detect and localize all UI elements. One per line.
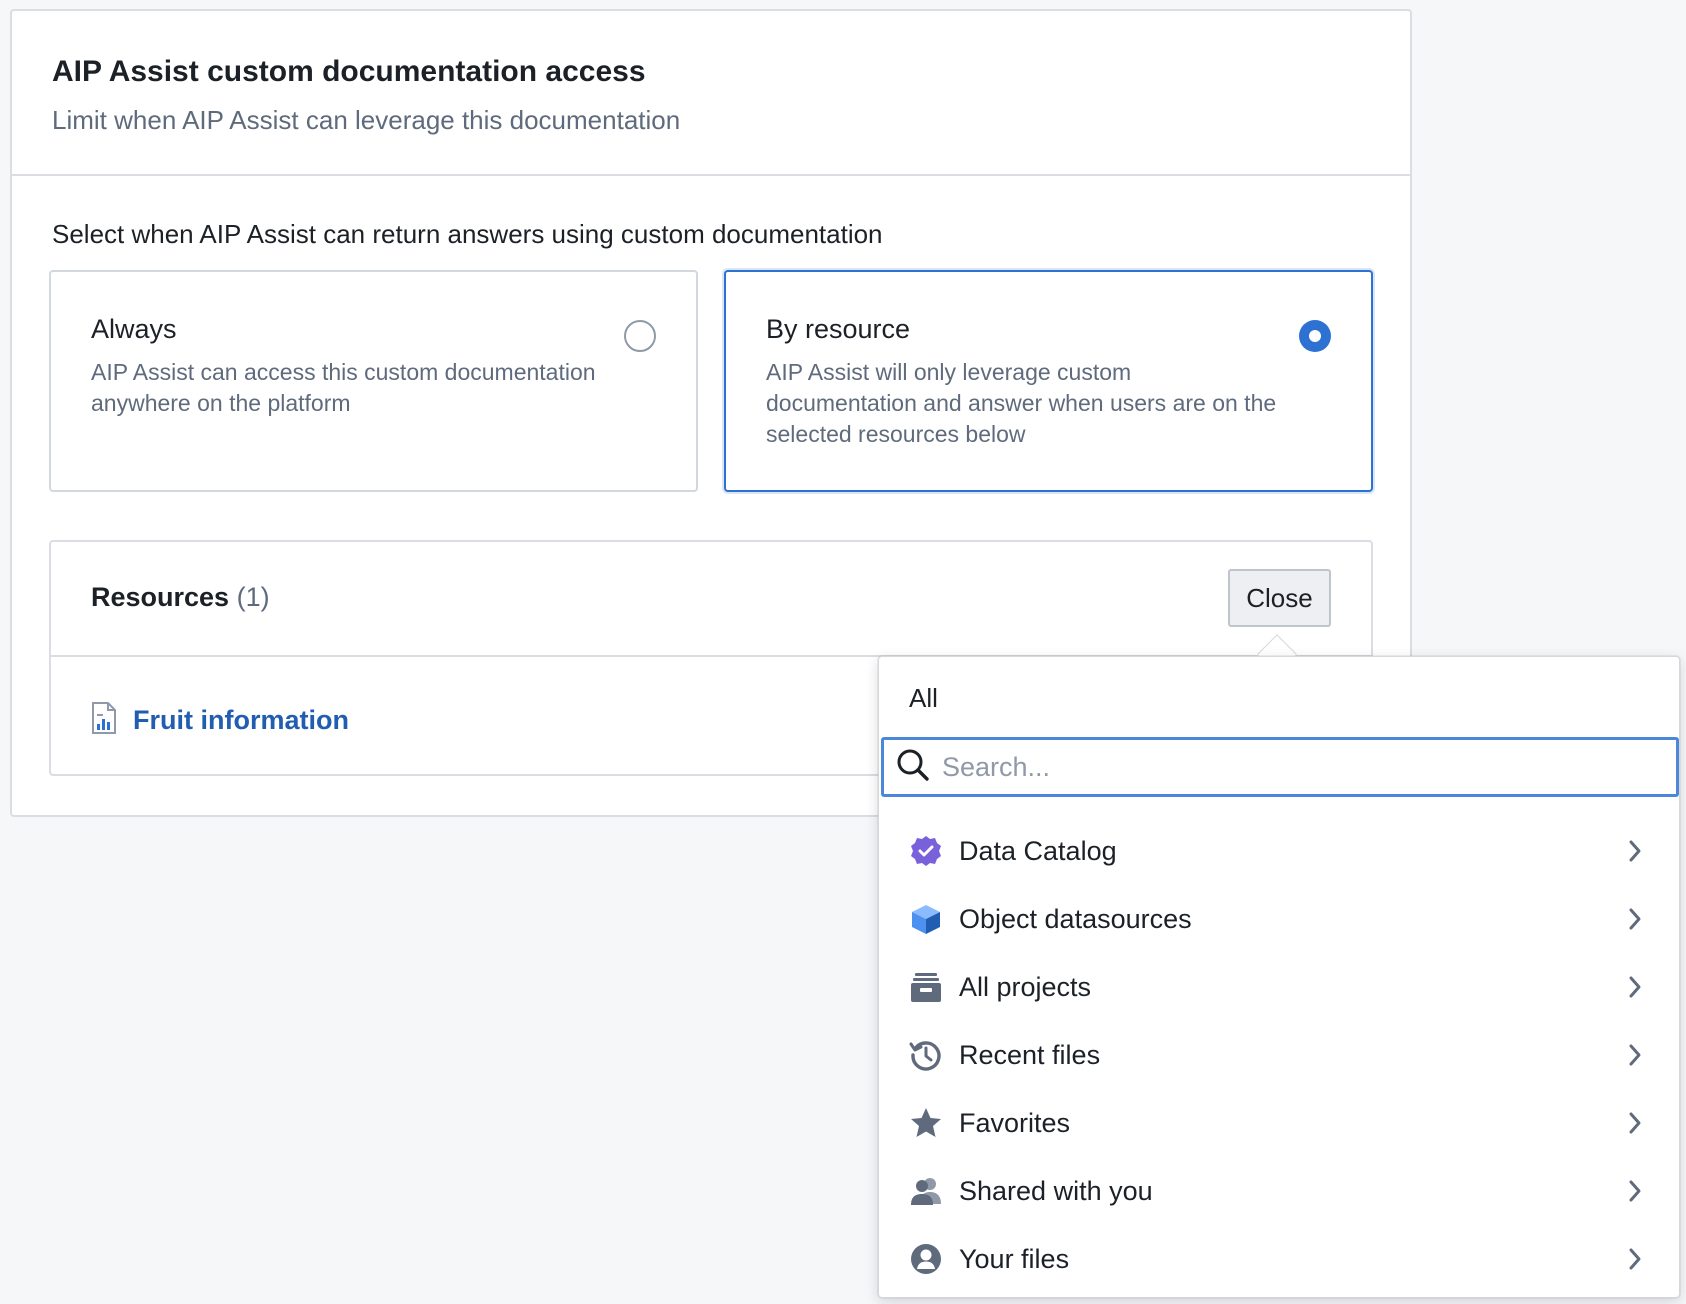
location-item-shared-with-you[interactable]: Shared with you xyxy=(879,1157,1679,1225)
location-item-recent-files[interactable]: Recent files xyxy=(879,1021,1679,1089)
chevron-right-icon xyxy=(1627,839,1643,868)
option-title: By resource xyxy=(766,314,911,344)
people-icon xyxy=(909,1174,943,1208)
chevron-right-icon xyxy=(1627,975,1643,1004)
radio-always[interactable] xyxy=(624,320,656,352)
option-card-by-resource[interactable]: By resource AIP Assist will only leverag… xyxy=(724,270,1373,492)
chart-file-icon xyxy=(91,702,117,739)
archive-box-icon xyxy=(909,970,943,1004)
option-card-always[interactable]: Always AIP Assist can access this custom… xyxy=(49,270,698,492)
resources-title: Resources (1) xyxy=(91,582,270,613)
location-list: Data Catalog Object datasources All proj… xyxy=(879,817,1679,1293)
access-prompt: Select when AIP Assist can return answer… xyxy=(52,219,883,249)
location-label: Favorites xyxy=(959,1107,1071,1138)
resource-picker-dropdown: All Data Catalog xyxy=(878,656,1680,1298)
option-description: AIP Assist can access this custom docume… xyxy=(91,359,596,416)
chevron-right-icon xyxy=(1627,1111,1643,1140)
option-description: AIP Assist will only leverage custom doc… xyxy=(766,359,1277,447)
location-item-your-files[interactable]: Your files xyxy=(879,1225,1679,1293)
location-label: Recent files xyxy=(959,1039,1101,1070)
location-label: Shared with you xyxy=(959,1175,1153,1206)
star-icon xyxy=(909,1106,943,1140)
resources-count: (1) xyxy=(236,582,270,612)
chevron-right-icon xyxy=(1627,1043,1643,1072)
resources-header: Resources (1) Close xyxy=(51,542,1371,657)
verified-badge-icon xyxy=(909,834,943,868)
location-item-object-datasources[interactable]: Object datasources xyxy=(879,885,1679,953)
location-item-data-catalog[interactable]: Data Catalog xyxy=(879,817,1679,885)
radio-by-resource[interactable] xyxy=(1299,320,1331,352)
resource-item[interactable]: Fruit information xyxy=(91,702,349,739)
resource-link[interactable]: Fruit information xyxy=(133,705,349,736)
breadcrumb-all[interactable]: All xyxy=(909,683,938,714)
chevron-right-icon xyxy=(1627,1179,1643,1208)
close-button[interactable]: Close xyxy=(1228,569,1331,627)
history-icon xyxy=(909,1038,943,1072)
search-icon xyxy=(884,748,930,787)
panel-title: AIP Assist custom documentation access xyxy=(52,55,646,88)
option-title: Always xyxy=(91,314,177,344)
search-input[interactable] xyxy=(942,751,1642,783)
user-circle-icon xyxy=(909,1242,943,1276)
resources-title-label: Resources xyxy=(91,582,230,612)
location-item-all-projects[interactable]: All projects xyxy=(879,953,1679,1021)
location-label: Object datasources xyxy=(959,903,1192,934)
chevron-right-icon xyxy=(1627,1247,1643,1276)
panel-subtitle: Limit when AIP Assist can leverage this … xyxy=(52,105,681,135)
location-label: Data Catalog xyxy=(959,835,1117,866)
panel-header: AIP Assist custom documentation access L… xyxy=(12,11,1410,176)
search-box[interactable] xyxy=(881,737,1679,797)
location-label: Your files xyxy=(959,1243,1070,1274)
chevron-right-icon xyxy=(1627,907,1643,936)
cube-icon xyxy=(909,902,943,936)
location-item-favorites[interactable]: Favorites xyxy=(879,1089,1679,1157)
location-label: All projects xyxy=(959,971,1092,1002)
